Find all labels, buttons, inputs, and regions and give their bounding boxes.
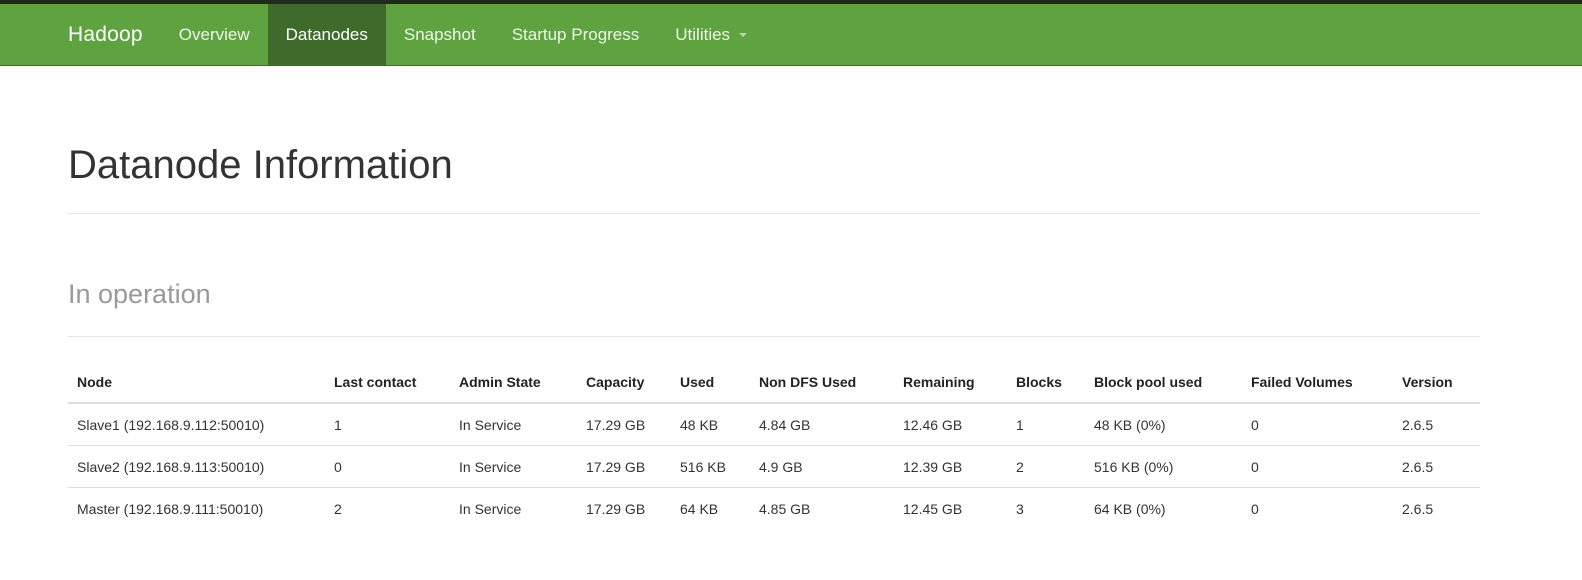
- col-admin-state: Admin State: [450, 362, 577, 404]
- nav-snapshot[interactable]: Snapshot: [386, 4, 494, 65]
- cell-version: 2.6.5: [1402, 500, 1434, 517]
- datanode-table: Node Last contact Admin State Capacity U…: [68, 362, 1480, 529]
- cell-version: 2.6.5: [1393, 403, 1480, 446]
- section-divider: [68, 336, 1480, 337]
- table-row: Master (192.168.9.111:50010) 2 In Servic…: [68, 488, 1480, 530]
- col-block-pool-used: Block pool used: [1085, 362, 1242, 404]
- col-version: Version: [1393, 362, 1480, 404]
- table-header-row: Node Last contact Admin State Capacity U…: [68, 362, 1480, 404]
- col-remaining: Remaining: [894, 362, 1007, 404]
- col-used: Used: [671, 362, 750, 404]
- cell-blocks: 3: [1016, 500, 1024, 517]
- cell-remaining: 12.45 GB: [903, 500, 963, 517]
- cell-admin-state: In Service: [459, 500, 522, 517]
- navbar: Hadoop Overview Datanodes Snapshot Start…: [0, 4, 1582, 66]
- cell-remaining: 12.46 GB: [894, 403, 1007, 446]
- cell-used: 516 KB: [671, 445, 750, 488]
- cell-failed-volumes: 0: [1242, 403, 1393, 446]
- table-row: Slave1 (192.168.9.112:50010) 1 In Servic…: [68, 403, 1480, 446]
- cell-last-contact: 1: [325, 403, 450, 446]
- cell-node: Master (192.168.9.111:50010): [77, 500, 264, 517]
- col-capacity: Capacity: [577, 362, 671, 404]
- nav-datanodes-label: Datanodes: [285, 25, 368, 44]
- nav-snapshot-label: Snapshot: [403, 25, 476, 44]
- title-divider: [68, 213, 1480, 214]
- cell-capacity: 17.29 GB: [577, 445, 671, 488]
- cell-node: Slave2 (192.168.9.113:50010): [68, 445, 325, 488]
- cell-used: 64 KB: [680, 500, 719, 517]
- cell-blocks: 2: [1007, 445, 1085, 488]
- cell-failed-volumes: 0: [1251, 500, 1259, 517]
- cell-last-contact: 2: [334, 500, 342, 517]
- cell-node: Slave1 (192.168.9.112:50010): [68, 403, 325, 446]
- nav-utilities-label: Utilities: [675, 25, 731, 44]
- section-title: In operation: [68, 279, 211, 309]
- page-title: Datanode Information: [68, 143, 453, 187]
- cell-version: 2.6.5: [1393, 445, 1480, 488]
- cell-block-pool-used: 48 KB (0%): [1085, 403, 1242, 446]
- brand-link[interactable]: Hadoop: [68, 4, 161, 65]
- cell-block-pool-used: 516 KB (0%): [1085, 445, 1242, 488]
- cell-admin-state: In Service: [450, 403, 577, 446]
- cell-last-contact: 0: [325, 445, 450, 488]
- col-failed-volumes: Failed Volumes: [1242, 362, 1393, 404]
- cell-remaining: 12.39 GB: [894, 445, 1007, 488]
- cell-blocks: 1: [1007, 403, 1085, 446]
- cell-non-dfs-used: 4.9 GB: [750, 445, 894, 488]
- navbar-menu: Hadoop Overview Datanodes Snapshot Start…: [68, 4, 765, 65]
- nav-overview[interactable]: Overview: [161, 4, 268, 65]
- cell-capacity: 17.29 GB: [586, 500, 646, 517]
- cell-block-pool-used: 64 KB (0%): [1094, 500, 1166, 517]
- cell-failed-volumes: 0: [1242, 445, 1393, 488]
- cell-admin-state: In Service: [450, 445, 577, 488]
- nav-datanodes[interactable]: Datanodes: [267, 4, 386, 65]
- nav-startup-progress[interactable]: Startup Progress: [494, 4, 658, 65]
- cell-non-dfs-used: 4.84 GB: [750, 403, 894, 446]
- cell-non-dfs-used: 4.85 GB: [759, 500, 811, 517]
- nav-startup-progress-label: Startup Progress: [511, 25, 640, 44]
- caret-down-icon: [739, 32, 748, 37]
- table-row: Slave2 (192.168.9.113:50010) 0 In Servic…: [68, 445, 1480, 488]
- nav-overview-label: Overview: [178, 25, 250, 44]
- col-node: Node: [68, 362, 325, 404]
- cell-capacity: 17.29 GB: [577, 403, 671, 446]
- col-non-dfs-used: Non DFS Used: [750, 362, 894, 404]
- col-blocks: Blocks: [1007, 362, 1085, 404]
- col-last-contact: Last contact: [325, 362, 450, 404]
- nav-utilities-dropdown[interactable]: Utilities: [657, 4, 765, 65]
- cell-used: 48 KB: [671, 403, 750, 446]
